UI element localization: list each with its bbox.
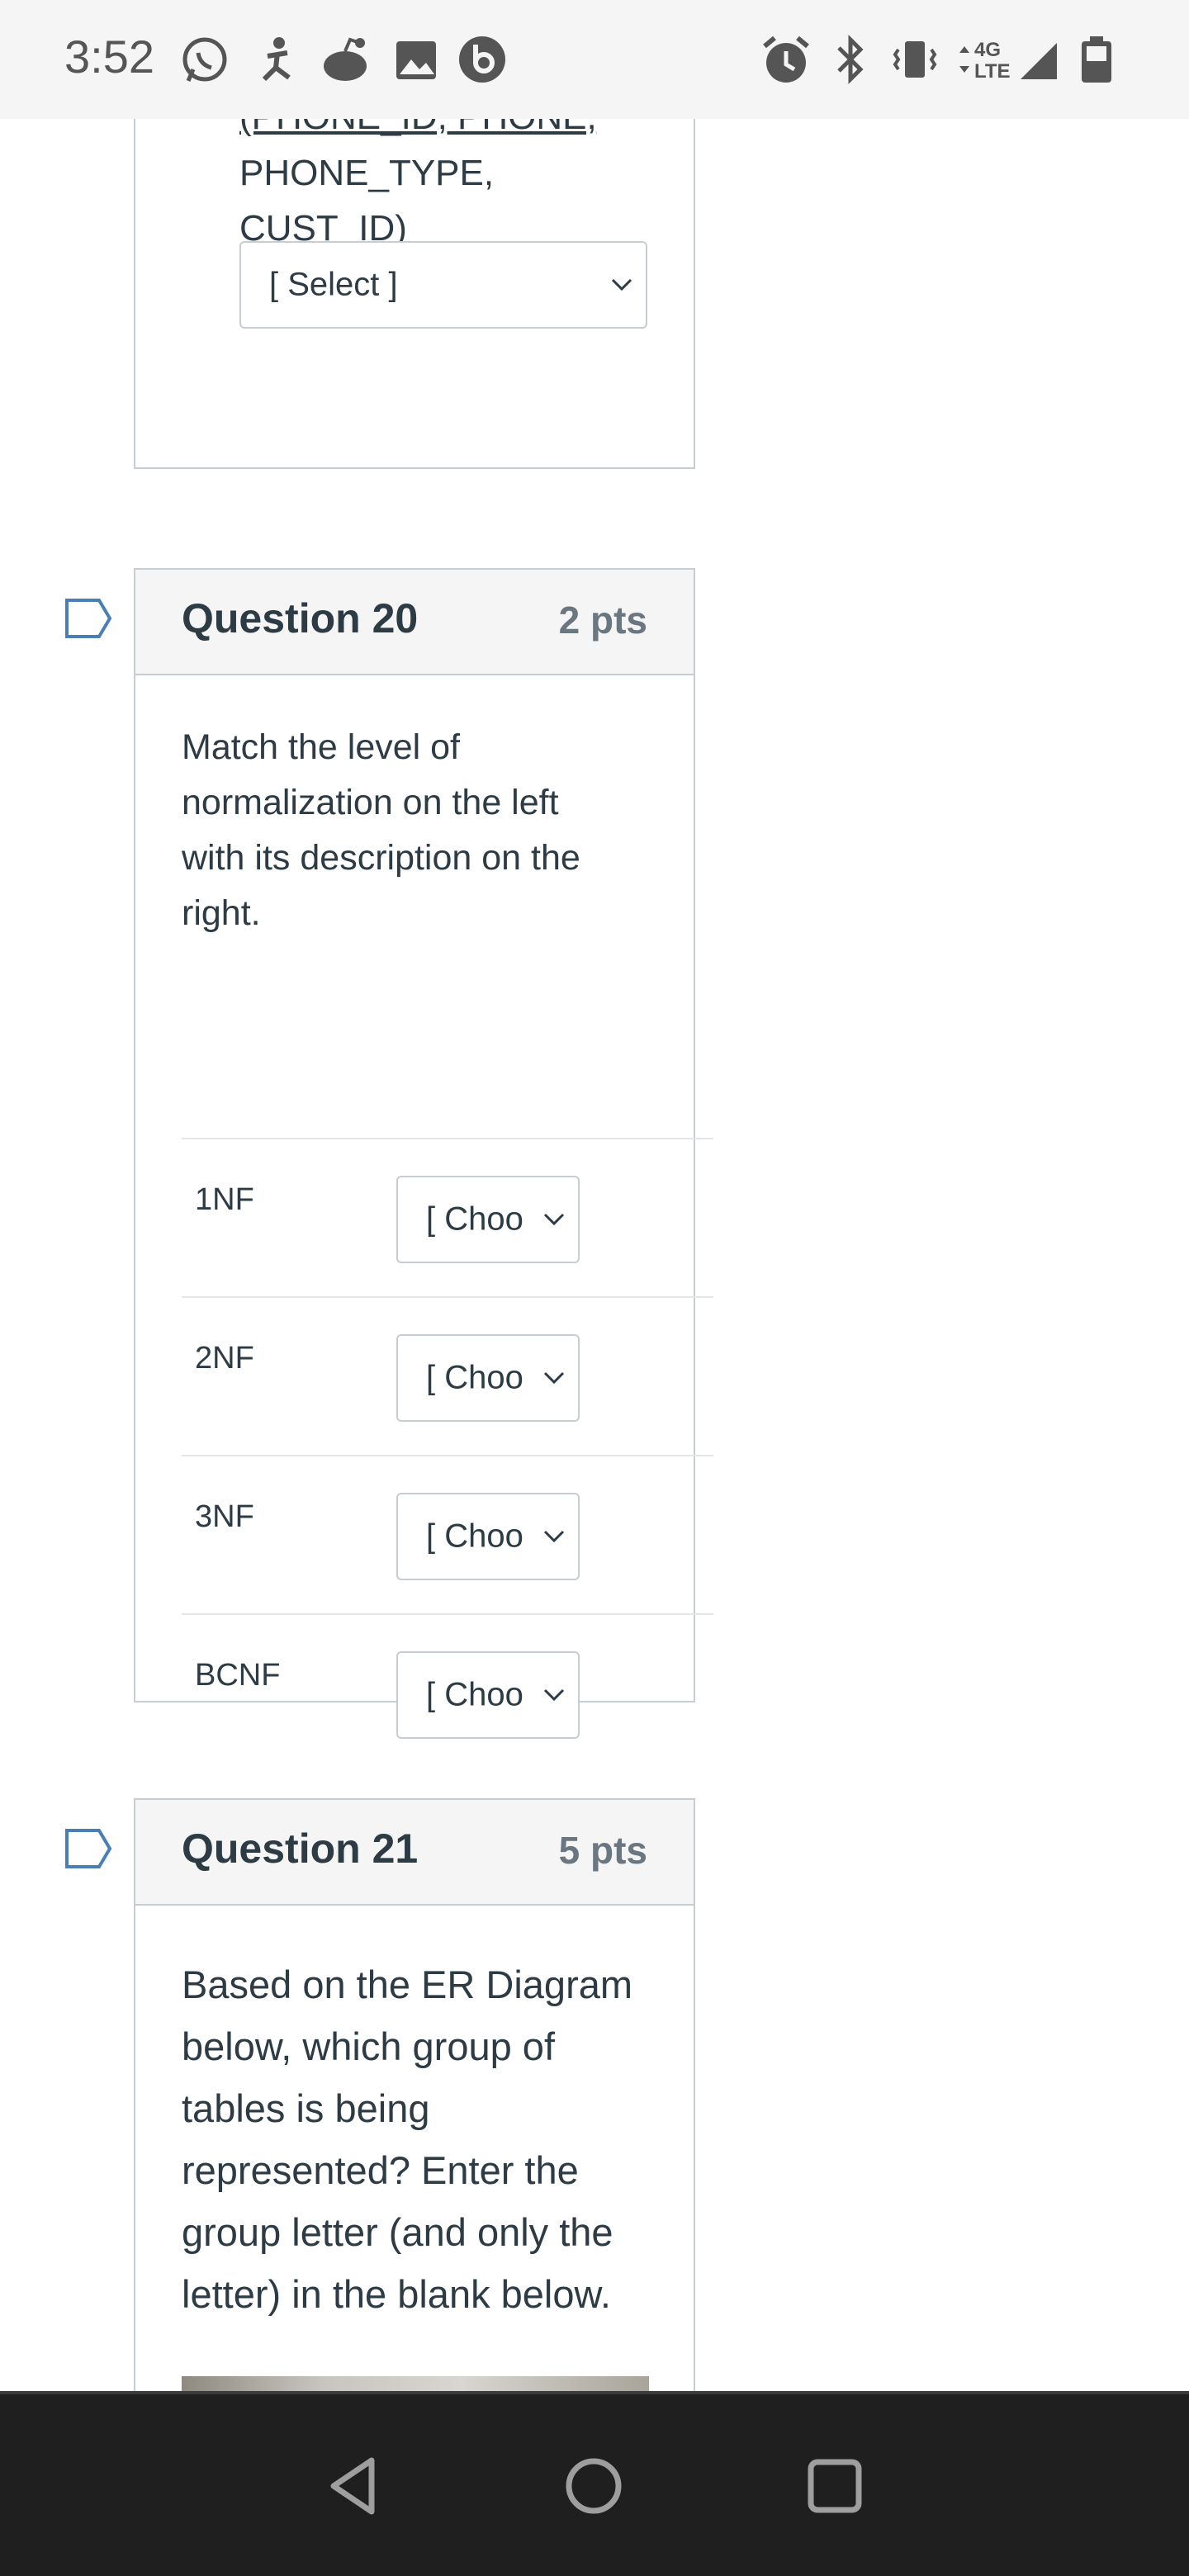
question-prompt: Match the level of normalization on the …	[182, 720, 652, 941]
question-21-card: Question 21 5 pts Based on the ER Diagra…	[134, 1798, 695, 2391]
match-select[interactable]: [ Choo	[396, 1493, 580, 1580]
text-line: PHONE_TYPE,	[239, 153, 495, 193]
select-value: [ Select ]	[269, 266, 398, 303]
vibrate-icon	[890, 33, 940, 86]
image-icon	[391, 33, 441, 86]
quiz-content[interactable]: (PHONE_ID, PHONE, PHONE_TYPE, CUST_ID) […	[0, 119, 1189, 2391]
prompt-line: represented? Enter the	[182, 2148, 579, 2192]
er-diagram-image	[182, 2376, 649, 2391]
select-value: [ Choo	[426, 1676, 523, 1713]
accessibility-icon	[251, 33, 301, 86]
chevron-down-icon	[543, 1213, 565, 1226]
prompt-line: group letter (and only the	[182, 2210, 613, 2254]
question-20-card: Question 20 2 pts Match the level of nor…	[134, 568, 713, 1739]
match-row-bcnf: BCNF [ Choo	[182, 1613, 713, 1773]
whatsapp-icon	[180, 33, 230, 86]
match-select[interactable]: [ Choo	[396, 1651, 580, 1739]
prompt-line: with its description on the	[182, 838, 580, 878]
home-icon[interactable]	[558, 2451, 629, 2522]
recents-icon[interactable]	[799, 2451, 870, 2522]
question-header: Question 21 5 pts	[135, 1800, 694, 1906]
battery-icon	[1077, 33, 1116, 86]
previous-question-text: (PHONE_ID, PHONE, PHONE_TYPE, CUST_ID)	[239, 119, 669, 256]
back-icon[interactable]	[320, 2451, 391, 2522]
match-label: 3NF	[195, 1499, 254, 1534]
answer-select[interactable]: [ Select ]	[239, 241, 647, 329]
prompt-line: tables is being	[182, 2086, 430, 2130]
prompt-line: Based on the ER Diagram	[182, 1963, 633, 2006]
match-label: 2NF	[195, 1341, 254, 1376]
prompt-line: below, which group of	[182, 2024, 556, 2068]
prompt-line: letter) in the blank below.	[182, 2272, 611, 2316]
prompt-line: right.	[182, 893, 261, 933]
question-prompt: Based on the ER Diagram below, which gro…	[182, 1953, 677, 2325]
status-bar: 3:52 4G LTE	[0, 0, 1189, 119]
select-value: [ Choo	[426, 1200, 523, 1238]
match-label: 1NF	[195, 1182, 254, 1217]
match-row-1nf: 1NF [ Choo	[182, 1138, 713, 1298]
chevron-down-icon	[543, 1530, 565, 1543]
previous-question-card: (PHONE_ID, PHONE, PHONE_TYPE, CUST_ID) […	[134, 119, 695, 469]
match-row-3nf: 3NF [ Choo	[182, 1455, 713, 1615]
question-points: 5 pts	[558, 1829, 647, 1872]
status-time: 3:52	[64, 31, 154, 83]
prompt-line: normalization on the left	[182, 783, 559, 822]
prompt-line: Match the level of	[182, 727, 461, 767]
network-label-bottom: LTE	[974, 60, 1011, 83]
question-title: Question 21	[182, 1825, 419, 1872]
chevron-down-icon	[611, 278, 632, 291]
question-header: Question 20 2 pts	[135, 570, 694, 675]
select-value: [ Choo	[426, 1518, 523, 1555]
reddit-icon	[320, 33, 370, 86]
flag-question-icon[interactable]	[64, 1828, 112, 1869]
match-label: BCNF	[195, 1658, 281, 1693]
cut-text-line: (PHONE_ID, PHONE,	[239, 119, 669, 145]
select-value: [ Choo	[426, 1359, 523, 1396]
navigation-bar	[0, 2391, 1189, 2576]
question-title: Question 20	[182, 595, 419, 642]
network-4g-lte-icon: 4G LTE	[955, 33, 1012, 86]
alarm-icon	[761, 33, 811, 86]
chevron-down-icon	[543, 1371, 565, 1385]
network-label-top: 4G	[974, 39, 1001, 61]
bluetooth-icon	[831, 33, 870, 86]
match-select[interactable]: [ Choo	[396, 1176, 580, 1263]
signal-icon	[1017, 33, 1060, 86]
beats-icon	[457, 33, 507, 86]
question-points: 2 pts	[558, 599, 647, 642]
match-row-2nf: 2NF [ Choo	[182, 1296, 713, 1456]
match-select[interactable]: [ Choo	[396, 1334, 580, 1422]
chevron-down-icon	[543, 1688, 565, 1702]
flag-question-icon[interactable]	[64, 598, 112, 639]
